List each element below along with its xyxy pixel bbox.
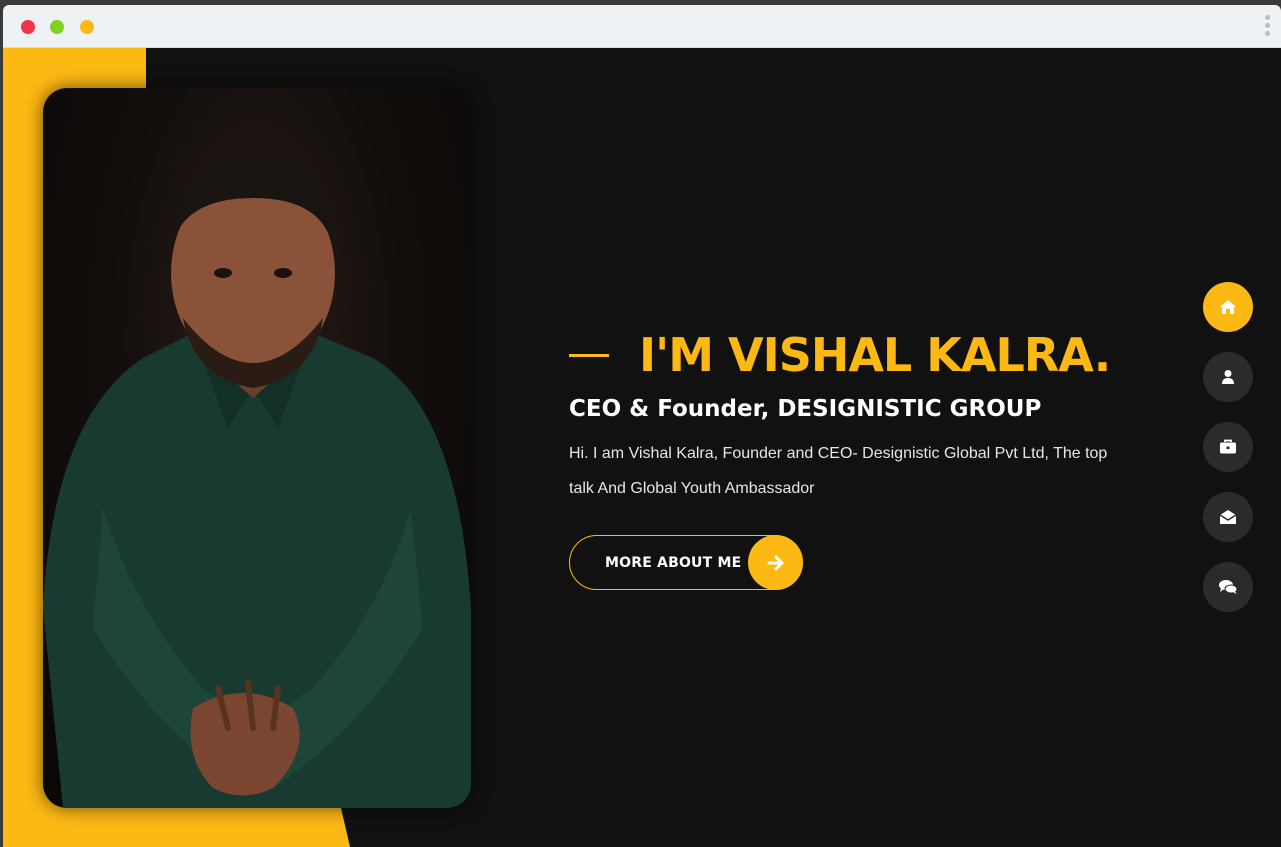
hero-content: I'M VISHAL KALRA. CEO & Founder, DESIGNI…: [569, 328, 1129, 590]
side-navigation: [1203, 282, 1253, 632]
arrow-right-icon[interactable]: [748, 535, 803, 590]
briefcase-icon: [1220, 439, 1236, 454]
hero-heading: I'M VISHAL KALRA.: [639, 328, 1111, 382]
nav-home-button[interactable]: [1203, 282, 1253, 332]
user-icon: [1222, 370, 1234, 384]
home-icon: [1220, 300, 1236, 314]
close-window-button[interactable]: [21, 20, 35, 34]
profile-photo: [43, 88, 471, 808]
heading-dash: [569, 353, 609, 357]
hero-section: I'M VISHAL KALRA. CEO & Founder, DESIGNI…: [3, 48, 1281, 847]
nav-about-button[interactable]: [1203, 352, 1253, 402]
hero-subheading: CEO & Founder, DESIGNISTIC GROUP: [569, 396, 1042, 422]
maximize-window-button[interactable]: [50, 20, 64, 34]
kebab-menu-icon[interactable]: [1263, 15, 1271, 39]
nav-contact-button[interactable]: [1203, 492, 1253, 542]
hero-bio: Hi. I am Vishal Kalra, Founder and CEO- …: [569, 445, 1108, 497]
nav-portfolio-button[interactable]: [1203, 422, 1253, 472]
comments-icon: [1219, 580, 1238, 594]
more-about-me-label: MORE ABOUT ME: [605, 554, 742, 571]
envelope-open-icon: [1219, 510, 1237, 524]
heading-row: I'M VISHAL KALRA.: [569, 328, 1129, 382]
nav-blog-button[interactable]: [1203, 562, 1253, 612]
browser-window: I'M VISHAL KALRA. CEO & Founder, DESIGNI…: [3, 5, 1281, 847]
window-titlebar: [3, 5, 1281, 48]
more-about-me-button[interactable]: MORE ABOUT ME: [569, 535, 803, 590]
minimize-window-button[interactable]: [80, 20, 94, 34]
